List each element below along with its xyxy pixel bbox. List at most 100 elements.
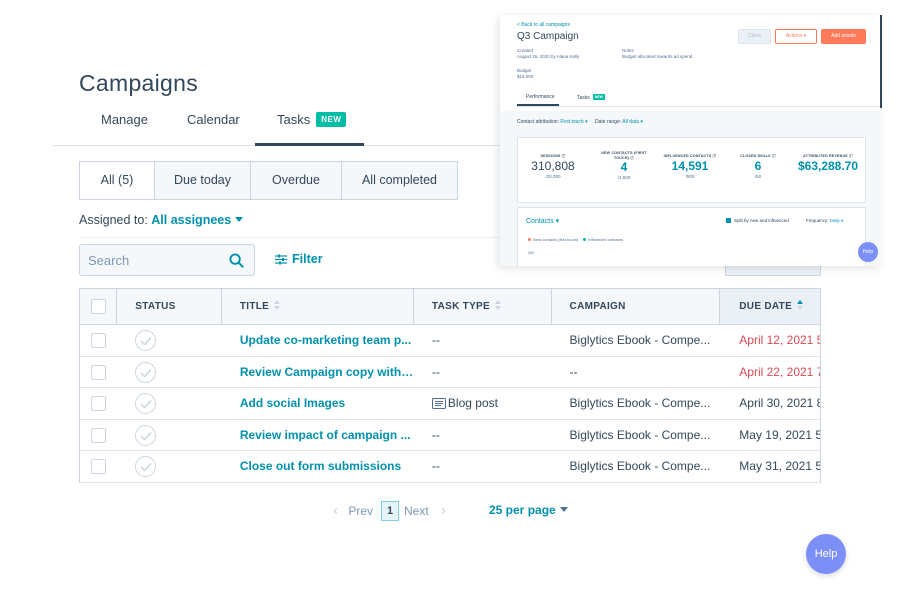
header-task-type[interactable]: TASK TYPE [414,289,552,324]
complete-task-toggle[interactable] [135,330,157,352]
current-page[interactable]: 1 [381,501,400,521]
date-range-dropdown[interactable]: All data ▾ [622,119,643,125]
task-title-link[interactable]: Review impact of campaign ... [222,420,414,451]
due-date: May 19, 2021 5:00 A [739,427,821,442]
row-select [80,357,117,388]
header-campaign: CAMPAIGN [552,289,721,324]
row-status [117,451,222,482]
table-row[interactable]: Review Campaign copy with ... -- -- April 2… [80,357,820,388]
chevron-left-icon[interactable]: ‹ [333,502,338,520]
task-type: -- [414,420,552,451]
stat-value[interactable]: 4 [594,160,654,175]
header-task-type-label: TASK TYPE [431,301,490,312]
header-title[interactable]: TITLE [222,289,414,324]
task-filter-tabs: All (5) Due today Overdue All completed [79,161,458,200]
row-checkbox[interactable] [91,364,106,380]
prev-button[interactable]: Prev [348,504,373,518]
stat-new-contacts: NEW CONTACTS (FIRST TOUCH) ⓘ 4 /1,500 [594,151,654,181]
back-to-campaigns-link[interactable]: < Back to all campaigns [517,22,570,28]
row-checkbox[interactable] [91,396,106,412]
checkbox-checked-icon [726,218,731,223]
complete-task-toggle[interactable] [135,424,157,446]
due-date: May 31, 2021 5:00 A [739,459,821,473]
tab-tasks-label: Tasks [277,112,311,127]
filter-icon [275,254,287,264]
filter-tab-overdue[interactable]: Overdue [251,162,342,199]
complete-task-toggle[interactable] [135,361,157,383]
row-checkbox[interactable] [91,427,106,443]
attribution-dropdown[interactable]: First touch ▾ [560,119,587,125]
filter-tab-due-today[interactable]: Due today [155,162,251,199]
filter-tab-all[interactable]: All (5) [80,162,155,199]
split-checkbox[interactable]: Split by new and influenced [726,218,789,223]
complete-task-toggle[interactable] [135,393,157,415]
date-range-label: Date range: [595,119,622,125]
header-due-date-label: DUE DATE [739,301,793,312]
row-checkbox[interactable] [91,333,106,349]
task-type: -- [414,357,552,388]
task-title-link[interactable]: Close out form submissions [222,451,414,482]
select-all-checkbox[interactable] [91,298,106,314]
help-button[interactable]: Help [806,534,846,574]
clone-button[interactable]: Clone [738,29,771,44]
panel-edge [880,15,882,108]
campaign-name: Biglytics Ebook - Compe... [569,459,711,473]
stat-value[interactable]: $63,288.70 [794,159,862,174]
filter-tab-all-completed[interactable]: All completed [342,162,457,199]
attribution-label: Contact attribution: [517,119,559,125]
tab-campaign-tasks[interactable]: Tasks NEW [577,94,605,106]
assignee-dropdown[interactable]: All assignees [151,213,244,227]
add-assets-button[interactable]: Add assets [821,29,866,44]
complete-task-toggle[interactable] [135,456,157,478]
task-title-link[interactable]: Review Campaign copy with ... [222,357,414,388]
filter-button[interactable]: Filter [275,252,323,266]
stat-sessions: SESSIONS ⓘ 310,808 /20,000 [523,154,583,180]
actions-button[interactable]: Actions ▾ [775,29,817,44]
due-date: April 12, 2021 5:00 A [739,333,820,347]
assigned-to-filter: Assigned to: All assignees [79,213,244,227]
table-row[interactable]: Close out form submissions -- Biglytics Eb… [80,451,820,483]
stat-label: INFLUENCED CONTACTS ⓘ [663,154,717,158]
page-title: Campaigns [79,70,199,96]
stat-value: 310,808 [531,158,575,173]
row-select [80,325,117,356]
stat-label: ATTRIBUTED REVENUE ⓘ [803,154,853,158]
task-title-link[interactable]: Update co-marketing team p... [222,325,414,356]
search-icon[interactable] [229,253,244,268]
checkmark-icon [140,463,152,472]
tab-performance[interactable]: Performance [517,94,559,106]
tab-calendar-label: Calendar [187,112,240,127]
task-title-link[interactable]: Add social Images [222,388,414,419]
table-row[interactable]: Update co-marketing team p... -- Biglytics… [80,325,820,357]
assignee-value: All assignees [151,213,232,227]
frequency-dropdown[interactable]: Daily ▾ [830,218,844,223]
sort-ascending-icon [797,300,804,310]
stat-value[interactable]: 14,591 [660,159,720,174]
table-row[interactable]: Review impact of campaign ... -- Biglytics… [80,420,821,451]
split-label: Split by new and influenced [734,218,789,223]
campaign-name: Biglytics Ebook - Compe... [569,427,711,442]
header-status: STATUS [117,289,222,324]
chevron-right-icon[interactable]: › [441,502,446,520]
row-checkbox[interactable] [91,459,106,475]
stat-value[interactable]: 6 [728,159,788,174]
created-value: August 26, 2020 by Alana Kelly [517,54,580,59]
tab-calendar[interactable]: Calendar [187,112,240,146]
table-header: STATUS TITLE TASK TYPE CAMPAIGN DUE DATE [80,289,820,325]
tab-tasks[interactable]: Tasks NEW [255,112,364,146]
legend-dot [583,238,587,241]
per-page-dropdown[interactable]: 25 per page [489,503,568,517]
checkmark-icon [140,400,152,409]
row-select [80,451,117,482]
table-row[interactable]: Add social Images Blog post Biglytics Eboo… [80,388,820,420]
header-due-date[interactable]: DUE DATE [720,289,820,324]
campaign-name: -- [569,364,578,379]
search-input[interactable] [80,245,220,275]
due-date: April 22, 2021 7:00 P [739,364,820,379]
chevron-down-icon [235,217,244,222]
next-button[interactable]: Next [404,504,429,518]
contacts-dropdown[interactable]: Contacts ▾ [526,217,559,225]
tab-manage[interactable]: Manage [101,112,148,146]
new-badge: NEW [316,112,347,127]
overlay-help-button[interactable]: Help [858,242,878,262]
